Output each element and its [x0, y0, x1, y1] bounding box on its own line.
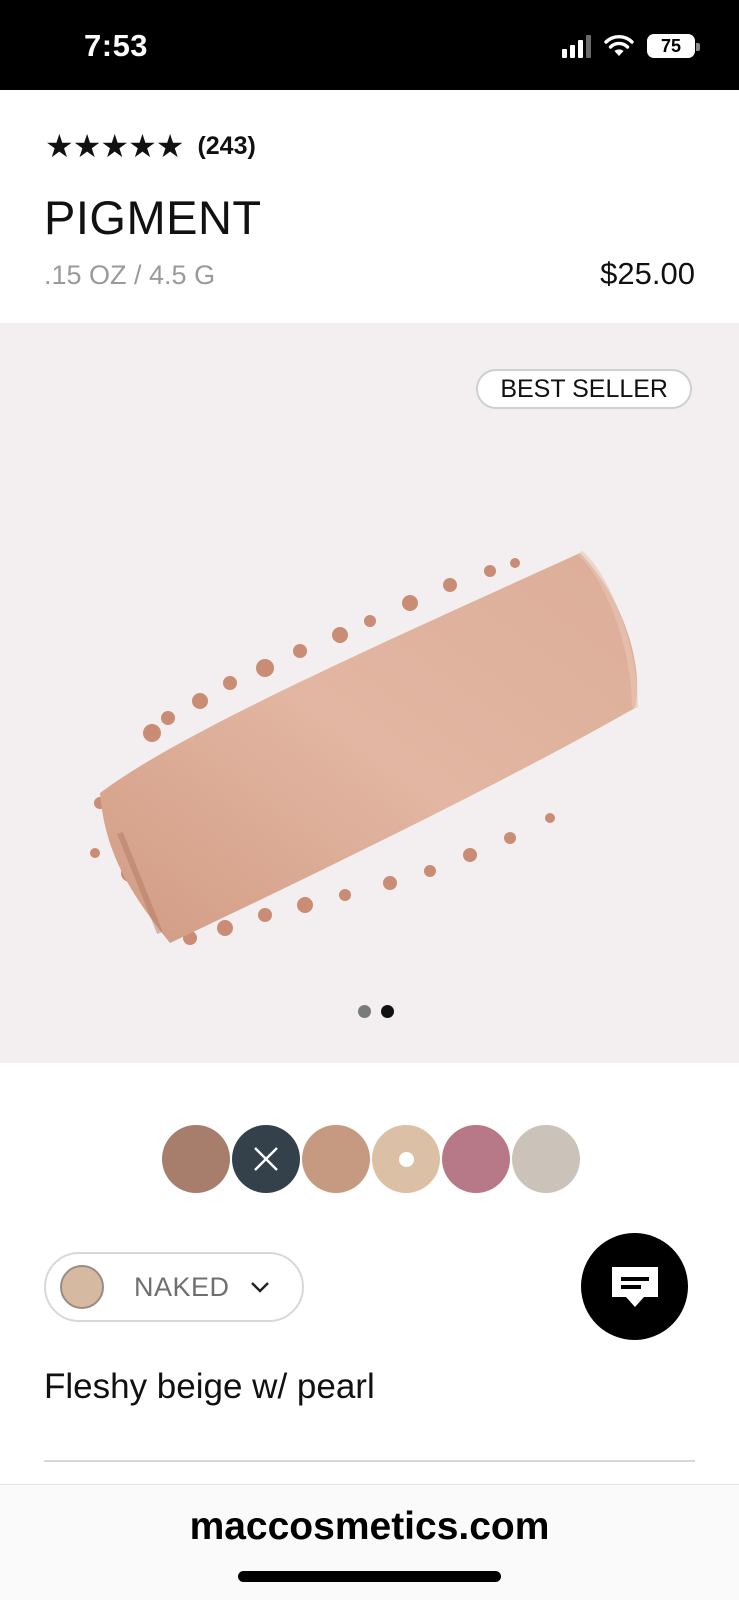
carousel-dots[interactable]: [358, 1005, 394, 1018]
product-price: $25.00: [600, 256, 695, 291]
carousel-dot-1[interactable]: [358, 1005, 371, 1018]
chevron-down-icon: [250, 1282, 269, 1293]
browser-address-bar[interactable]: maccosmetics.com: [0, 1484, 739, 1600]
shade-dropdown[interactable]: NAKED: [44, 1252, 304, 1322]
shade-description: Fleshy beige w/ pearl: [44, 1367, 375, 1406]
selected-indicator-icon: [398, 1151, 414, 1167]
product-image-carousel[interactable]: BEST SELLER: [0, 323, 739, 1063]
product-size: .15 OZ / 4.5 G: [44, 260, 216, 290]
divider: [44, 1460, 695, 1462]
chat-icon: [611, 1266, 658, 1307]
best-seller-badge: BEST SELLER: [476, 369, 692, 409]
review-count: (243): [197, 131, 256, 160]
battery-icon: 75: [647, 34, 700, 58]
product-title: PIGMENT: [44, 191, 262, 244]
shade-swatch-row: [162, 1125, 580, 1193]
shade-swatch-1[interactable]: [162, 1125, 230, 1193]
selected-shade-name: NAKED: [134, 1271, 230, 1302]
rating-row[interactable]: ★★★★★ (243): [45, 130, 256, 162]
shade-swatch-6[interactable]: [512, 1125, 580, 1193]
cellular-signal-icon: [562, 34, 591, 58]
pigment-swatch-image: [90, 550, 638, 945]
close-icon: [254, 1147, 278, 1171]
carousel-dot-2-active[interactable]: [381, 1005, 394, 1018]
shade-swatch-4-selected[interactable]: [372, 1125, 440, 1193]
status-time: 7:53: [84, 28, 149, 63]
home-indicator[interactable]: [238, 1571, 501, 1582]
shade-swatch-5[interactable]: [442, 1125, 510, 1193]
battery-level: 75: [660, 35, 682, 56]
star-rating: ★★★★★: [45, 128, 184, 164]
status-icons: 75: [562, 34, 700, 58]
wifi-icon: [604, 35, 634, 56]
url-text[interactable]: maccosmetics.com: [0, 1505, 739, 1549]
shade-swatch-2-sold-out[interactable]: [232, 1125, 300, 1193]
shade-swatch-3[interactable]: [302, 1125, 370, 1193]
chat-button[interactable]: [581, 1233, 688, 1340]
status-bar: 7:53 75: [0, 0, 739, 90]
selected-shade-chip: [60, 1265, 104, 1309]
